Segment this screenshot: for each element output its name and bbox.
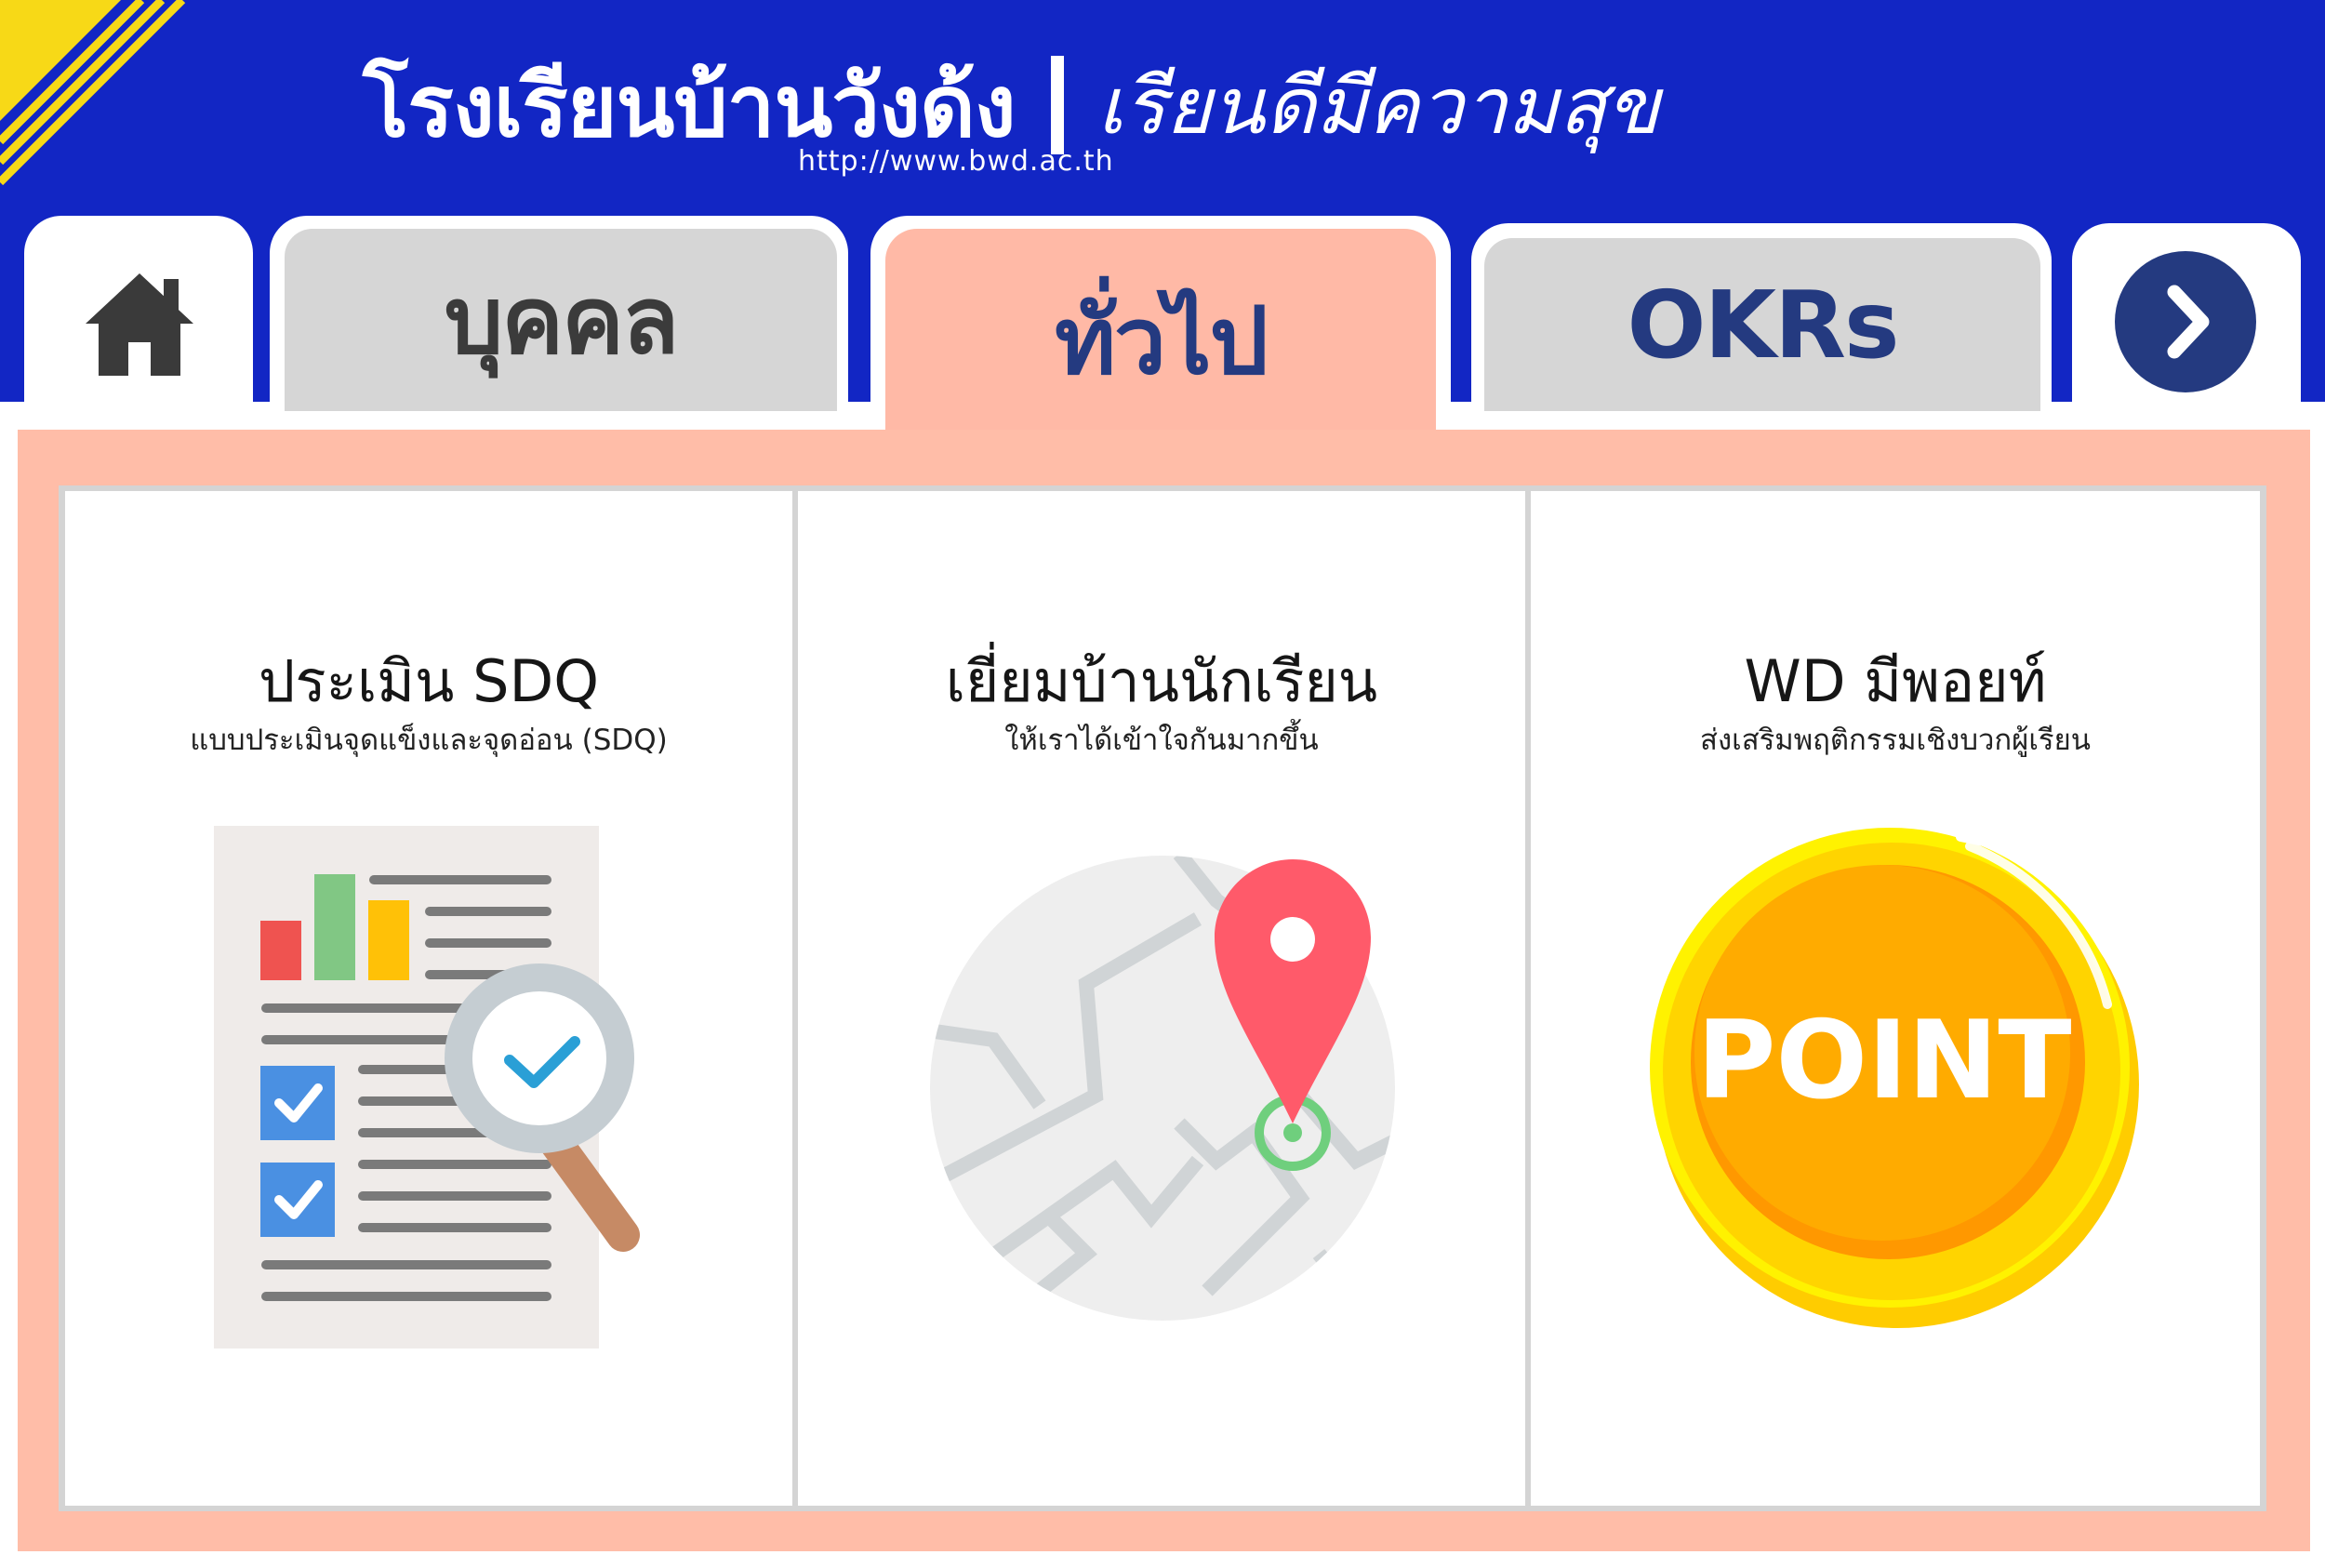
- corner-stripes-decoration: [0, 0, 186, 186]
- coin-text: POINT: [1697, 998, 2072, 1123]
- card-home-visit[interactable]: เยี่ยมบ้านนักเรียน ให้เราได้เข้าใจกันมาก…: [798, 491, 1525, 1506]
- map-pin-icon: [930, 856, 1395, 1321]
- card-sdq-subtitle: แบบประเมินจุดแข็งและจุดอ่อน (SDQ): [190, 724, 668, 757]
- tab-general[interactable]: ทั่วไป: [885, 229, 1436, 452]
- school-motto: เรียนดีมีความสุข: [1096, 60, 1660, 152]
- school-url[interactable]: http://www.bwd.ac.th: [798, 145, 1114, 178]
- tab-okrs[interactable]: OKRs: [1484, 238, 2040, 411]
- card-sdq[interactable]: ประเมิน SDQ แบบประเมินจุดแข็งและจุดอ่อน …: [65, 491, 792, 1506]
- tab-okrs-label: OKRs: [1627, 270, 1899, 379]
- report-magnifier-icon: [214, 826, 640, 1349]
- card-wd-point-subtitle: ส่งเสริมพฤติกรรมเชิงบวกผู้เรียน: [1700, 724, 2091, 757]
- card-sdq-title: ประเมิน SDQ: [258, 647, 599, 715]
- tab-next[interactable]: [2072, 223, 2301, 432]
- card-home-visit-subtitle: ให้เราได้เข้าใจกันมากขึ้น: [1004, 724, 1319, 757]
- tab-home[interactable]: [24, 216, 253, 432]
- title-divider: [1050, 56, 1064, 154]
- tab-personnel-label: บุคคล: [444, 265, 680, 375]
- card-wd-point[interactable]: WD มีพอยท์ ส่งเสริมพฤติกรรมเชิงบวกผู้เรี…: [1531, 491, 2260, 1506]
- tab-personnel[interactable]: บุคคล: [285, 229, 837, 411]
- tab-general-label: ทั่วไป: [1055, 286, 1269, 395]
- card-home-visit-title: เยี่ยมบ้านนักเรียน: [945, 647, 1378, 715]
- home-icon: [86, 273, 193, 376]
- point-coin-icon: POINT: [1650, 828, 2139, 1328]
- chevron-right-icon: [2115, 251, 2256, 392]
- card-wd-point-title: WD มีพอยท์: [1744, 647, 2047, 715]
